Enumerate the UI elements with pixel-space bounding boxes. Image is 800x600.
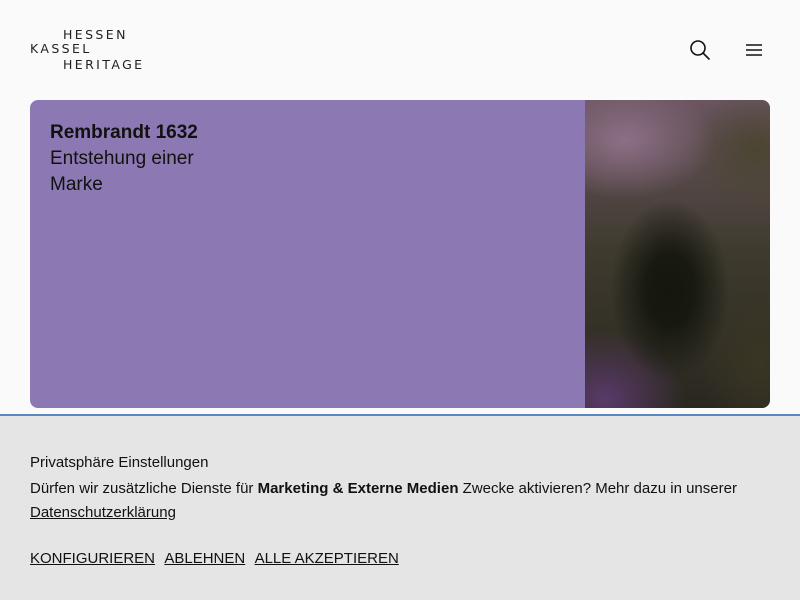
search-button[interactable]	[686, 36, 714, 64]
hamburger-menu-icon	[746, 44, 762, 56]
card-text: Rembrandt 1632 Entstehung einer Marke	[50, 120, 550, 198]
configure-button[interactable]: KONFIGURIEREN	[30, 550, 155, 567]
card-subtitle: Entstehung einer Marke	[50, 148, 194, 195]
cookie-text-after: Zwecke aktivieren? Mehr dazu in unserer	[458, 480, 737, 497]
cookie-text-before: Dürfen wir zusätzliche Dienste für	[30, 480, 258, 497]
reject-button[interactable]: ABLEHNEN	[164, 550, 245, 567]
card-title: Rembrandt 1632	[50, 122, 198, 143]
site-header: HESSEN KASSEL HERITAGE	[0, 0, 800, 100]
cookie-banner-title: Privatsphäre Einstellungen	[30, 454, 209, 471]
search-icon	[690, 40, 710, 60]
cookie-actions: KONFIGURIEREN ABLEHNEN ALLE AKZEPTIEREN	[30, 549, 405, 569]
logo-line-heritage: HERITAGE	[63, 57, 145, 72]
accept-all-button[interactable]: ALLE AKZEPTIEREN	[255, 550, 399, 567]
menu-button[interactable]	[740, 36, 768, 64]
site-logo[interactable]: HESSEN KASSEL HERITAGE	[30, 27, 155, 75]
card-image	[585, 100, 770, 408]
cookie-banner-text: Dürfen wir zusätzliche Dienste für Marke…	[30, 477, 770, 525]
cookie-consent-banner: Privatsphäre Einstellungen Dürfen wir zu…	[0, 414, 800, 600]
logo-line-kassel: KASSEL	[30, 41, 92, 56]
feature-card[interactable]: Rembrandt 1632 Entstehung einer Marke	[30, 100, 770, 408]
privacy-policy-link[interactable]: Datenschutzerklärung	[30, 504, 176, 521]
cookie-text-bold: Marketing & Externe Medien	[257, 480, 459, 497]
